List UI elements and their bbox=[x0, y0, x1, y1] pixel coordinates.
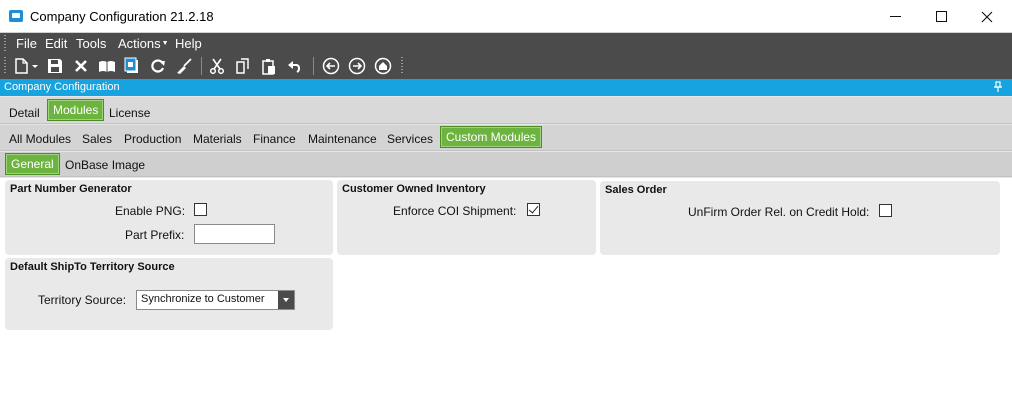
toolbar-separator bbox=[201, 57, 202, 75]
minimize-icon bbox=[889, 16, 901, 17]
menu-actions-label: Actions bbox=[118, 36, 161, 51]
tab-materials[interactable]: Materials bbox=[193, 132, 242, 146]
tab-all-modules[interactable]: All Modules bbox=[9, 132, 71, 146]
app-icon bbox=[9, 10, 23, 22]
dropdown-arrow-icon: ▼ bbox=[161, 40, 169, 47]
part-number-generator-group: Part Number Generator Enable PNG: Part P… bbox=[5, 180, 333, 255]
tab-general[interactable]: General bbox=[5, 153, 60, 175]
menu-bar: File Edit Tools Actions▼ Help bbox=[0, 33, 1012, 53]
tab-sales[interactable]: Sales bbox=[82, 132, 112, 146]
delete-icon bbox=[75, 60, 87, 72]
toolbar bbox=[0, 53, 1012, 79]
content-area: Part Number Generator Enable PNG: Part P… bbox=[0, 178, 1012, 410]
tab-detail[interactable]: Detail bbox=[9, 106, 40, 120]
tab-custom-modules[interactable]: Custom Modules bbox=[440, 126, 543, 148]
tab-finance[interactable]: Finance bbox=[253, 132, 296, 146]
title-bar: Company Configuration 21.2.18 bbox=[0, 0, 1012, 33]
home-icon bbox=[374, 57, 392, 75]
menu-actions[interactable]: Actions▼ bbox=[118, 36, 169, 51]
enable-png-label: Enable PNG: bbox=[115, 204, 186, 218]
menu-edit[interactable]: Edit bbox=[45, 36, 67, 51]
territory-source-value: Synchronize to Customer bbox=[141, 293, 265, 305]
pin-icon[interactable] bbox=[993, 81, 1003, 93]
attachment-icon bbox=[124, 57, 138, 73]
clear-icon bbox=[177, 58, 192, 74]
enforce-coi-shipment-checkbox[interactable] bbox=[527, 203, 540, 216]
unfirm-order-credit-hold-checkbox[interactable] bbox=[879, 204, 892, 217]
tab-maintenance[interactable]: Maintenance bbox=[308, 132, 377, 146]
tab-production[interactable]: Production bbox=[124, 132, 181, 146]
group-title: Part Number Generator bbox=[10, 183, 132, 195]
copy-icon bbox=[236, 58, 249, 74]
save-icon bbox=[48, 59, 62, 73]
panel-title: Company Configuration bbox=[4, 81, 120, 93]
paste-icon bbox=[262, 58, 275, 75]
module-tab-row: All Modules Sales Production Materials F… bbox=[0, 125, 1012, 151]
clear-button[interactable] bbox=[174, 56, 194, 76]
copy-button[interactable] bbox=[233, 56, 253, 76]
unfirm-order-credit-hold-label: UnFirm Order Rel. on Credit Hold: bbox=[688, 205, 870, 219]
enforce-coi-shipment-label: Enforce COI Shipment: bbox=[393, 204, 517, 218]
new-icon bbox=[15, 58, 38, 74]
back-button[interactable] bbox=[321, 56, 341, 76]
cut-button[interactable] bbox=[207, 56, 227, 76]
book-icon bbox=[99, 61, 115, 72]
back-icon bbox=[322, 57, 340, 75]
sub-tab-row: General OnBase Image bbox=[0, 152, 1012, 177]
undo-icon bbox=[288, 61, 301, 73]
part-prefix-input[interactable] bbox=[194, 224, 275, 244]
home-button[interactable] bbox=[373, 56, 393, 76]
forward-button[interactable] bbox=[347, 56, 367, 76]
part-prefix-label: Part Prefix: bbox=[125, 228, 185, 242]
menu-help[interactable]: Help bbox=[175, 36, 202, 51]
refresh-icon bbox=[151, 59, 165, 73]
customer-owned-inventory-group: Customer Owned Inventory Enforce COI Shi… bbox=[337, 180, 596, 255]
save-button[interactable] bbox=[45, 56, 65, 76]
panel-header: Company Configuration bbox=[0, 79, 1012, 96]
tab-license[interactable]: License bbox=[109, 106, 150, 120]
window-title: Company Configuration 21.2.18 bbox=[30, 9, 214, 24]
delete-button[interactable] bbox=[71, 56, 91, 76]
attachment-button[interactable] bbox=[122, 56, 142, 76]
group-title: Default ShipTo Territory Source bbox=[10, 261, 175, 273]
toolbar-grip bbox=[4, 57, 6, 75]
tab-services[interactable]: Services bbox=[387, 132, 433, 146]
forward-icon bbox=[348, 57, 366, 75]
toolbar-separator bbox=[313, 57, 314, 75]
maximize-button[interactable] bbox=[918, 0, 964, 33]
minimize-button[interactable] bbox=[872, 0, 918, 33]
main-tab-row: Detail Modules License bbox=[0, 97, 1012, 124]
menu-file[interactable]: File bbox=[16, 36, 37, 51]
paste-button[interactable] bbox=[259, 56, 279, 76]
book-button[interactable] bbox=[97, 56, 117, 76]
tab-modules[interactable]: Modules bbox=[47, 99, 105, 121]
menu-grip bbox=[4, 35, 6, 51]
undo-button[interactable] bbox=[285, 56, 305, 76]
cut-icon bbox=[209, 58, 225, 74]
close-button[interactable] bbox=[964, 0, 1010, 33]
default-shipto-territory-group: Default ShipTo Territory Source Territor… bbox=[5, 258, 333, 330]
new-button[interactable] bbox=[12, 56, 40, 76]
enable-png-checkbox[interactable] bbox=[194, 203, 207, 216]
close-icon bbox=[981, 11, 993, 22]
tab-onbase-image[interactable]: OnBase Image bbox=[65, 158, 145, 172]
chevron-down-icon[interactable] bbox=[278, 291, 294, 309]
territory-source-select[interactable]: Synchronize to Customer bbox=[136, 290, 295, 310]
group-title: Customer Owned Inventory bbox=[342, 183, 486, 195]
maximize-icon bbox=[935, 11, 947, 22]
menu-tools[interactable]: Tools bbox=[76, 36, 106, 51]
group-title: Sales Order bbox=[605, 184, 667, 196]
toolbar-grip bbox=[401, 57, 403, 75]
territory-source-label: Territory Source: bbox=[38, 293, 127, 307]
refresh-button[interactable] bbox=[148, 56, 168, 76]
sales-order-group: Sales Order UnFirm Order Rel. on Credit … bbox=[600, 181, 1000, 255]
